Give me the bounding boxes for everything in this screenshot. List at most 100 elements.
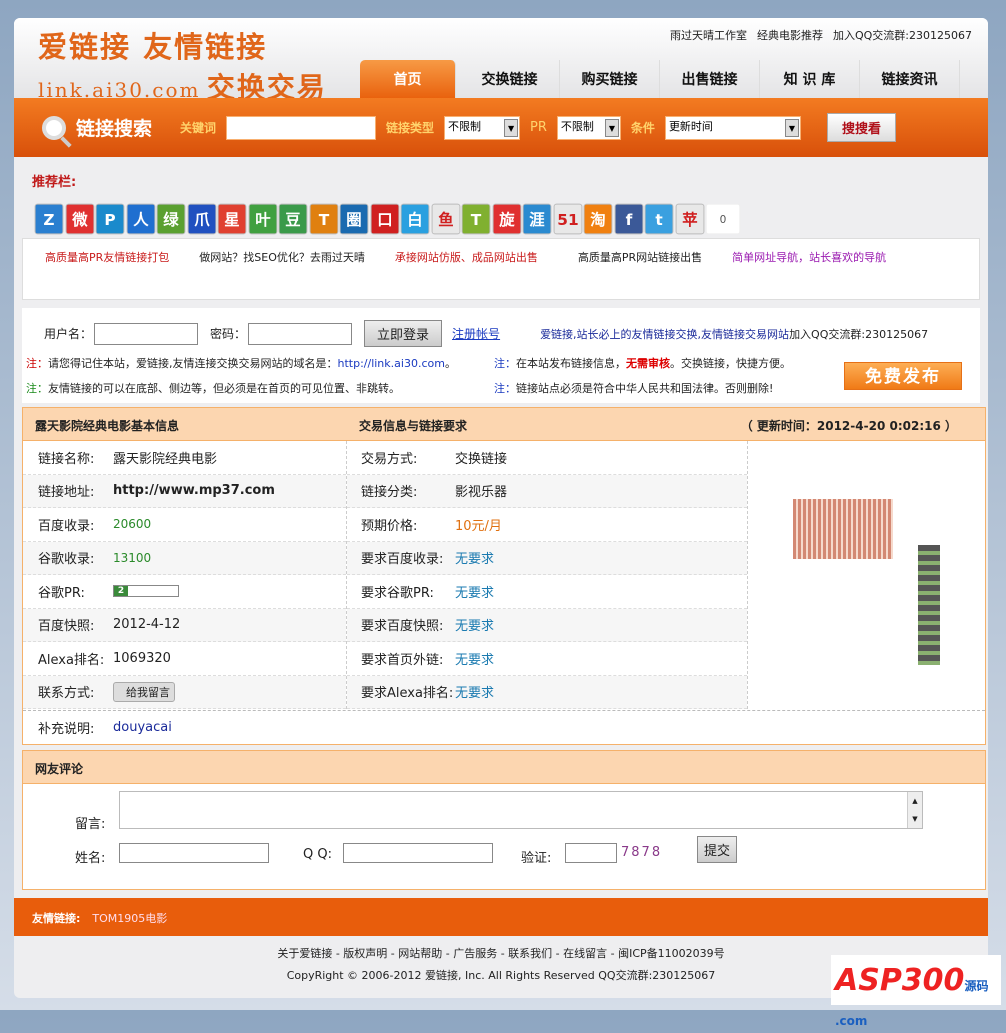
info-value: 交换链接 [455, 451, 508, 467]
top-link[interactable]: 雨过天晴工作室 [670, 29, 747, 42]
type-label: 链接类型 [386, 121, 435, 135]
site-thumbnail [748, 441, 985, 709]
info-row: 链接名称: 露天影院经典电影 [23, 441, 346, 475]
recommend-link[interactable]: 高质量高PR友情链接打包 [45, 249, 169, 299]
link-info-panel: 露天影院经典电影基本信息 交易信息与链接要求 （ 更新时间：2012-4-20 … [22, 407, 986, 745]
info-value: 20600 [113, 517, 152, 532]
scrollbar[interactable]: ▲ ▼ [907, 792, 922, 828]
share-icon[interactable]: T [461, 203, 491, 235]
nav-sell[interactable]: 出售链接 [660, 60, 760, 98]
username-input[interactable] [94, 322, 199, 345]
share-icon[interactable]: 人 [126, 203, 155, 235]
slogan-link[interactable]: 爱链接,站长必上的友情链接交换,友情链接交易网站 [540, 328, 789, 341]
submit-button[interactable]: 提交 [697, 836, 738, 863]
password-input[interactable] [248, 322, 353, 345]
nav-home[interactable]: 首页 [360, 60, 456, 98]
share-icon[interactable]: 微 [65, 203, 94, 235]
info-heading: 露天影院经典电影基本信息 [35, 419, 180, 433]
share-icon[interactable]: 鱼 [431, 203, 460, 235]
share-icon[interactable]: 圈 [339, 203, 369, 235]
leave-message-button[interactable]: 给我留言 [113, 681, 175, 702]
top-link[interactable]: 经典电影推荐 [757, 29, 823, 42]
login-button[interactable]: 立即登录 [364, 320, 443, 347]
qq-input[interactable] [343, 843, 493, 863]
captcha-input[interactable] [565, 843, 617, 863]
info-value: 1069320 [113, 650, 171, 666]
chevron-down-icon: ▼ [604, 118, 619, 137]
share-icon[interactable]: 淘 [583, 203, 613, 235]
search-bar: 链接搜索 关键词 链接类型 不限制 ▼ PR 不限制 ▼ 条件 更新时间 ▼ 搜搜看 [14, 98, 988, 157]
info-row: 链接分类: 影视乐器 [347, 474, 747, 508]
search-button[interactable]: 搜搜看 [826, 113, 896, 142]
info-value: 10元/月 [455, 518, 502, 534]
info-row: 交易方式: 交换链接 [347, 441, 747, 475]
comment-title: 网友评论 [23, 751, 985, 784]
chevron-down-icon: ▼ [504, 118, 519, 137]
recommend-title: 推荐栏: [32, 175, 77, 190]
condition-label: 条件 [630, 121, 655, 135]
recommend-link[interactable]: 做网站？找SEO优化？去雨过天晴 [199, 249, 365, 299]
update-time: （ 更新时间：2012-4-20 0:02:16 ） [740, 419, 957, 433]
info-row: 要求首页外链: 无要求 [347, 642, 747, 676]
site-logo[interactable]: 爱链接 友情链接 link.ai30.com 交换交易 [38, 24, 327, 106]
pr-select[interactable]: 不限制 ▼ [556, 115, 621, 140]
free-publish-button[interactable]: 免费发布 [844, 362, 962, 390]
share-icon[interactable]: T [309, 203, 338, 235]
info-value: 无要求 [455, 552, 495, 568]
info-row: 预期价格: 10元/月 [347, 508, 747, 542]
nav-knowledge[interactable]: 知 识 库 [760, 60, 860, 98]
register-link[interactable]: 注册帐号 [452, 325, 500, 342]
share-icon[interactable]: 绿 [156, 203, 186, 235]
note-2: 注：友情链接的可以在底部、侧边等，但必须是在首页的可见位置、非跳转。 [26, 382, 400, 395]
chevron-down-icon: ▼ [784, 118, 799, 137]
info-row: 链接地址: http://www.mp37.com [23, 474, 346, 508]
info-row: 百度收录: 20600 [23, 508, 346, 542]
type-select[interactable]: 不限制 ▼ [444, 115, 521, 140]
pagerank-bar: 2 [113, 585, 179, 598]
info-row: 要求谷歌PR: 无要求 [347, 575, 747, 609]
share-icon[interactable]: 旋 [492, 203, 521, 235]
top-link[interactable]: 加入QQ交流群:230125067 [833, 29, 972, 42]
share-icon[interactable]: 爪 [187, 203, 216, 235]
watermark-logo: ASP300源码 .com [831, 955, 1001, 1028]
share-icon[interactable]: 白 [400, 203, 430, 235]
info-value: 无要求 [455, 585, 495, 601]
share-icon[interactable]: t [644, 203, 674, 235]
share-icon[interactable]: 豆 [278, 203, 308, 235]
friend-links-bar: 友情链接: TOM1905电影 [14, 898, 988, 936]
nav-news[interactable]: 链接资讯 [860, 60, 960, 98]
nav-buy[interactable]: 购买链接 [560, 60, 660, 98]
info-value: 影视乐器 [455, 485, 508, 501]
share-icon[interactable]: 口 [370, 203, 399, 235]
share-icon[interactable]: 星 [217, 203, 247, 235]
page-container: 爱链接 友情链接 link.ai30.com 交换交易 雨过天晴工作室 经典电影推… [14, 18, 988, 998]
share-icon[interactable]: f [614, 203, 643, 235]
friend-link[interactable]: TOM1905电影 [92, 912, 167, 925]
share-icon[interactable]: 涯 [522, 203, 552, 235]
recommend-links: 高质量高PR友情链接打包 做网站？找SEO优化？去雨过天晴 承接网站仿版、成品网… [22, 238, 980, 300]
nav-exchange[interactable]: 交换链接 [460, 60, 560, 98]
info-value: 2012-4-12 [113, 617, 181, 633]
share-icon[interactable]: P [95, 203, 125, 235]
info-value: 无要求 [455, 619, 495, 635]
share-icon[interactable]: 51 [553, 203, 582, 235]
recommend-link[interactable]: 承接网站仿版、成品网站出售 [395, 249, 538, 299]
share-icon[interactable]: Z [34, 203, 64, 235]
comment-textarea[interactable]: ▲ ▼ [119, 791, 923, 829]
recommend-link[interactable]: 简单网址导航，站长喜欢的导航 [732, 249, 886, 299]
basic-info-column: 链接名称: 露天影院经典电影 链接地址: http://www.mp37.com 百度收… [23, 441, 347, 709]
info-value: 13100 [113, 550, 152, 565]
note-4: 注：链接站点必须是符合中华人民共和国法律。否则删除! [494, 382, 774, 395]
note-3: 注：在本站发布链接信息，无需审核。交换链接，快捷方便。 [494, 357, 791, 370]
share-count: 0 [705, 203, 741, 235]
keyword-label: 关键词 [180, 121, 217, 135]
condition-select[interactable]: 更新时间 ▼ [664, 115, 801, 140]
name-input[interactable] [119, 843, 269, 863]
recommend-link[interactable]: 高质量高PR网站链接出售 [578, 249, 702, 299]
share-icon[interactable]: 叶 [248, 203, 277, 235]
share-icons: Z 微 P 人绿爪星叶豆 T 圈口白鱼 T 旋涯 51 淘 f t 苹 0 [34, 203, 742, 235]
header: 爱链接 友情链接 link.ai30.com 交换交易 雨过天晴工作室 经典电影推… [14, 18, 988, 104]
share-icon[interactable]: 苹 [675, 203, 704, 235]
magnifier-icon [42, 115, 66, 140]
keyword-input[interactable] [226, 115, 377, 140]
